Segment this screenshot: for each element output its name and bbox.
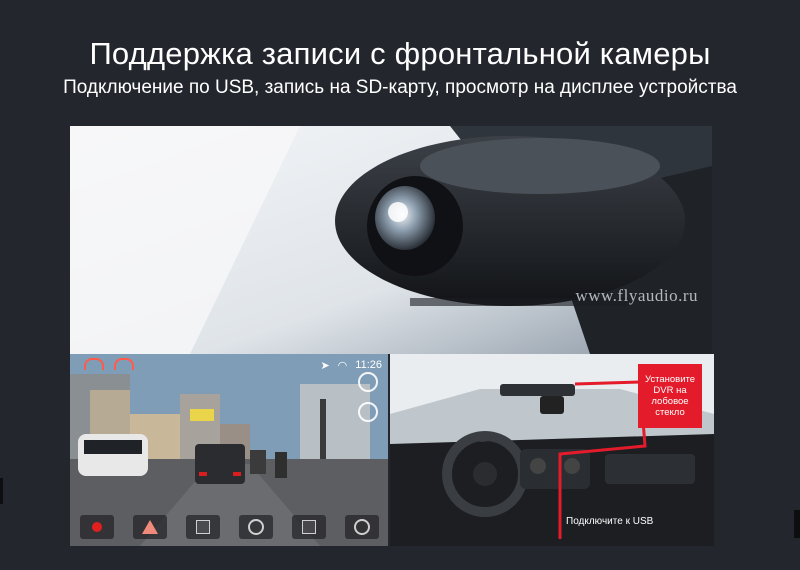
save-icon — [301, 520, 316, 534]
gps-icon: ➤ — [320, 359, 330, 372]
usb-connect-label: Подключите к USB — [566, 516, 654, 527]
camera-product-photo: www.flyaudio.ru — [70, 126, 712, 354]
settings-icon — [353, 519, 370, 535]
dvr-top-icons — [84, 358, 134, 370]
record-button[interactable] — [79, 515, 114, 539]
dvr-side-icons — [358, 372, 378, 422]
warning-icon — [141, 520, 158, 534]
page-subtitle: Подключение по USB, запись на SD-карту, … — [63, 77, 737, 98]
resolution-icon[interactable] — [358, 402, 378, 422]
status-bar: ➤ ◠ 11:26 — [320, 358, 382, 372]
emergency-lock-button[interactable] — [132, 515, 167, 539]
car-interior-photo: Установите DVR на лобовое стекло Подключ… — [390, 354, 714, 546]
dvr-recording-screen: ➤ ◠ 11:26 — [70, 354, 388, 546]
dvr-toolbar — [70, 514, 388, 540]
page-title: Поддержка записи с фронтальной камеры — [89, 36, 711, 71]
rotate-icon — [247, 519, 264, 535]
save-button[interactable] — [291, 515, 326, 539]
back-icon[interactable] — [84, 358, 104, 370]
record-icon — [91, 522, 102, 532]
right-edge-tab — [794, 510, 800, 538]
camera-illustration — [70, 126, 712, 354]
home-icon[interactable] — [114, 358, 134, 370]
install-dvr-badge: Установите DVR на лобовое стекло — [638, 364, 702, 428]
settings-button[interactable] — [344, 515, 379, 539]
mode-icon[interactable] — [358, 372, 378, 392]
playback-button[interactable] — [185, 515, 220, 539]
calendar-icon — [195, 520, 210, 534]
clock: 11:26 — [355, 359, 382, 371]
watermark-text: www.flyaudio.ru — [575, 286, 698, 305]
wifi-icon: ◠ — [337, 359, 348, 372]
left-edge-tab — [0, 478, 3, 504]
rotate-button[interactable] — [238, 515, 273, 539]
